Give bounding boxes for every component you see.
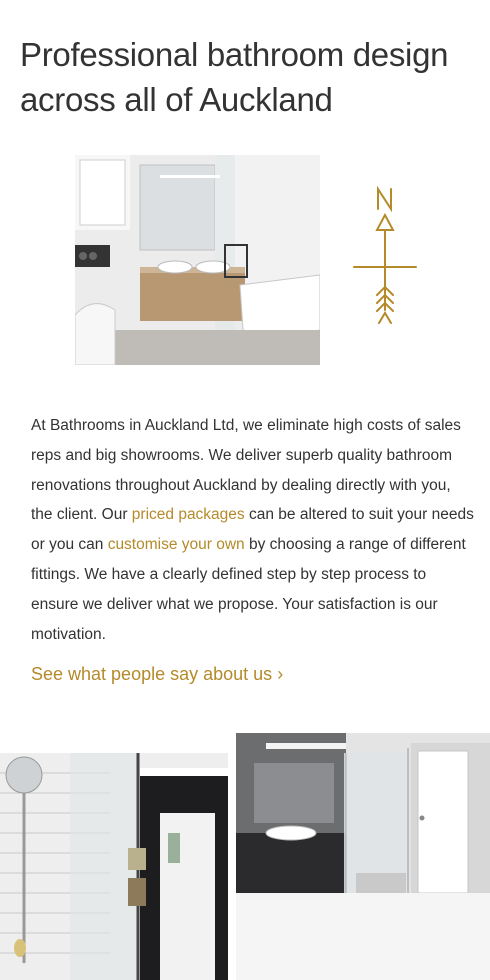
bathroom-photo-basin (236, 733, 490, 893)
bathroom-photo-vanity (75, 155, 320, 365)
bathroom-photo-shower (0, 753, 228, 980)
testimonials-link[interactable]: See what people say about us › (31, 664, 283, 685)
chevron-right-icon: › (277, 664, 284, 684)
customise-your-own-link[interactable]: customise your own (108, 536, 245, 553)
priced-packages-link[interactable]: priced packages (132, 506, 245, 523)
compass-arrow-icon (350, 185, 420, 330)
grey-panel (236, 893, 490, 980)
intro-paragraph: At Bathrooms in Auckland Ltd, we elimina… (31, 411, 476, 649)
testimonials-link-label: See what people say about us (31, 664, 273, 684)
page-title: Professional bathroom design across all … (20, 36, 449, 118)
